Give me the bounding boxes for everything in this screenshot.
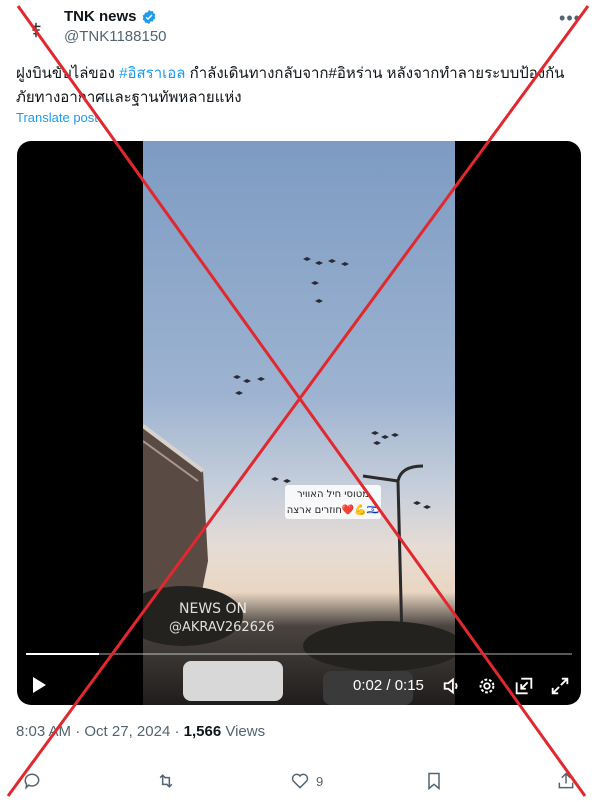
video-progress-fill <box>26 653 99 655</box>
tweet-header: TNK news @TNK1188150 ••• <box>16 6 580 50</box>
repost-button[interactable] <box>156 770 176 792</box>
author-name-row: TNK news <box>64 8 157 25</box>
reply-icon <box>24 773 40 790</box>
more-options-icon[interactable]: ••• <box>559 8 580 28</box>
video-scene: מטוסי חיל האוויר חוזרים ארצה❤️💪🇮🇱 NEWS O… <box>143 257 455 705</box>
video-controls: 0:02 / 0:15 <box>17 645 581 705</box>
hashtag-link[interactable]: #อิสราเอล <box>119 65 185 82</box>
reply-button[interactable] <box>22 770 42 792</box>
play-icon[interactable] <box>29 675 49 695</box>
author-handle[interactable]: @TNK1188150 <box>64 28 167 45</box>
watermark-line2: @AKRAV262626 <box>169 620 275 635</box>
like-count: 9 <box>316 773 324 789</box>
tweet-date[interactable]: Oct 27, 2024 <box>84 723 170 740</box>
share-icon <box>558 772 574 789</box>
bookmark-button[interactable] <box>424 770 444 792</box>
author-avatar[interactable] <box>16 10 56 50</box>
verified-badge-icon <box>142 9 155 24</box>
avatar-logo-icon <box>31 22 41 38</box>
jets-formation <box>233 257 431 509</box>
video-progress-bar[interactable] <box>26 653 572 655</box>
heart-icon <box>291 773 309 789</box>
tweet-text: ฝูงบินขับไล่ของ #อิสราเอล กำลังเดินทางกล… <box>16 62 582 110</box>
settings-gear-icon[interactable] <box>476 675 498 697</box>
repost-icon <box>159 774 173 788</box>
building <box>143 424 208 611</box>
bookmark-icon <box>428 772 440 791</box>
author-display-name[interactable]: TNK news <box>64 8 137 25</box>
video-time: 0:02 / 0:15 <box>353 677 424 694</box>
fullscreen-icon[interactable] <box>549 675 571 697</box>
volume-icon[interactable] <box>441 675 463 697</box>
video-caption-line2: חוזרים ארצה❤️💪🇮🇱 <box>287 503 380 516</box>
views-label: Views <box>225 723 266 740</box>
tweet-time[interactable]: 8:03 AM <box>16 723 71 740</box>
video-frame[interactable]: מטוסי חיל האוויר חוזרים ארצה❤️💪🇮🇱 NEWS O… <box>143 141 455 705</box>
video-caption-box: מטוסי חיל האוויר חוזרים ארצה❤️💪🇮🇱 <box>285 485 381 519</box>
tweet-text-part: ฝูงบินขับไล่ของ <box>16 65 120 82</box>
translate-post-link[interactable]: Translate post <box>16 110 98 125</box>
tweet-actions: 9 <box>16 770 580 794</box>
video-caption-line1: מטוסי חיל האוויר <box>297 489 369 500</box>
share-button[interactable] <box>556 770 576 792</box>
tweet-meta: 8:03 AM · Oct 27, 2024 · 1,566 Views <box>16 723 266 740</box>
like-button[interactable]: 9 <box>290 770 323 792</box>
watermark-line1: NEWS ON <box>179 601 247 617</box>
views-count: 1,566 <box>183 723 222 740</box>
picture-in-picture-icon[interactable] <box>513 675 535 697</box>
video-player[interactable]: מטוסי חיל האוויר חוזרים ארצה❤️💪🇮🇱 NEWS O… <box>17 141 581 705</box>
